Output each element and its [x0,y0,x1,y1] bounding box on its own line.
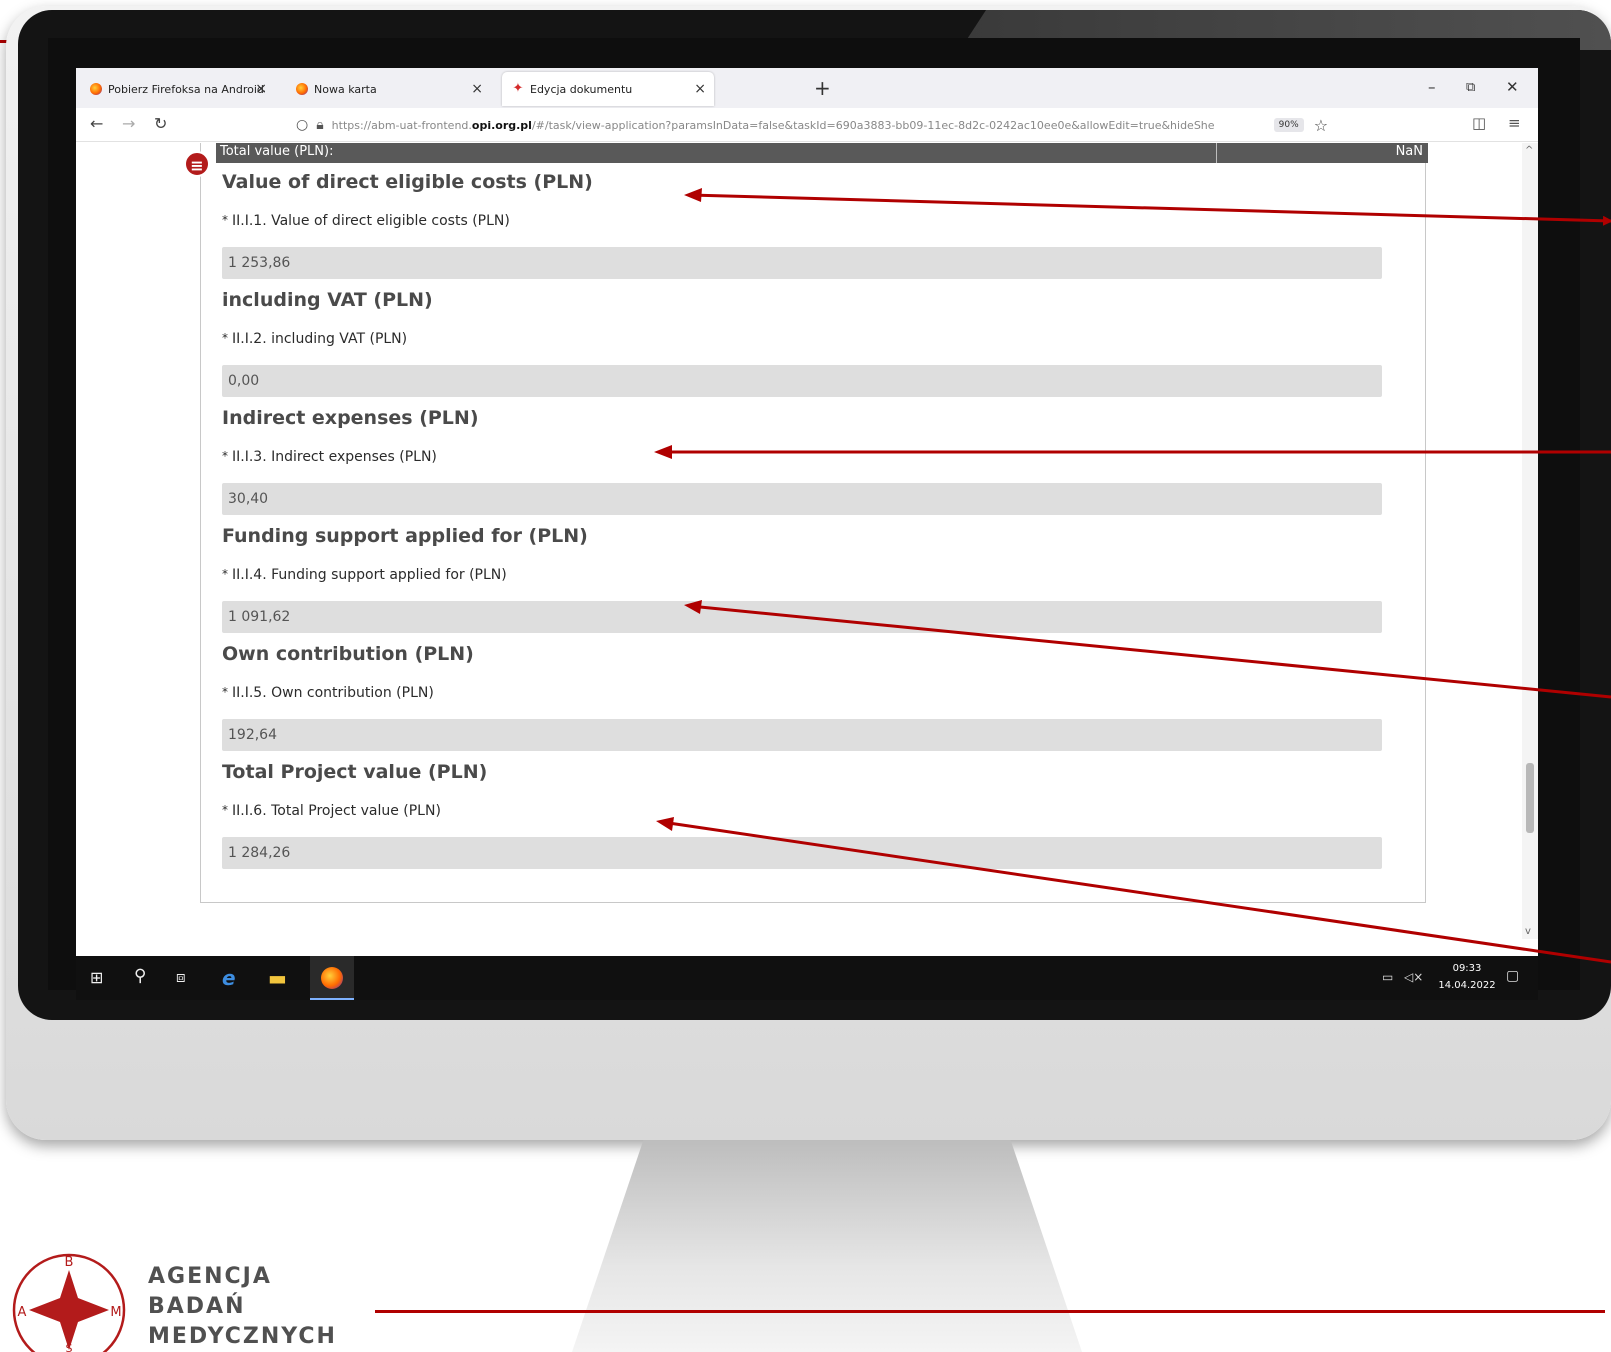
abm-emblem-logo: B A M Ś [12,1253,126,1352]
section-title: including VAT (PLN) [222,289,433,311]
tab-label: Pobierz Firefoksa na Androida i [108,82,265,96]
total-value-label: Total value (PLN): [220,144,334,159]
firefox-icon [321,967,343,989]
field-label: * II.I.5. Own contribution (PLN) [222,685,434,701]
page-content: Total value (PLN): NaN ≡ Value of direct… [76,143,1538,939]
section-funding-support: Funding support applied for (PLN) * II.I.… [222,525,1412,633]
section-title: Own contribution (PLN) [222,643,474,665]
section-title: Funding support applied for (PLN) [222,525,588,547]
system-clock[interactable]: 09:33 14.04.2022 [1432,960,1502,994]
section-menu-icon[interactable]: ≡ [184,151,210,177]
notifications-icon[interactable]: ▢ [1506,968,1519,984]
tab-firefox-android[interactable]: Pobierz Firefoksa na Androida i × [80,72,275,106]
forward-arrow-icon[interactable]: → [122,114,135,133]
own-contribution-input[interactable]: 192,64 [222,719,1382,751]
required-marker: * [222,685,228,699]
scrollbar-thumb[interactable] [1526,763,1534,833]
back-arrow-icon[interactable]: ← [90,114,103,133]
minimize-button[interactable]: – [1428,78,1436,96]
speaker-muted-icon[interactable]: ◁× [1404,970,1423,984]
firefox-icon [90,83,102,95]
tab-label: Nowa karta [314,82,377,96]
monitor-stand [572,1140,1082,1352]
field-label: * II.I.6. Total Project value (PLN) [222,803,441,819]
lock-icon[interactable]: 🔒︎ [316,117,323,133]
tab-label: Edycja dokumentu [530,82,633,96]
required-marker: * [222,449,228,463]
windows-start-icon[interactable]: ⊞ [90,968,103,987]
agency-name-line: BADAŃ [148,1294,246,1319]
section-indirect-expenses: Indirect expenses (PLN) * II.I.3. Indirec… [222,407,1412,515]
total-value-row: Total value (PLN): NaN [216,143,1428,163]
emblem-letter: B [65,1255,74,1270]
emblem-letter: Ś [66,1342,73,1352]
indirect-expenses-input[interactable]: 30,40 [222,483,1382,515]
section-direct-costs: Value of direct eligible costs (PLN) * II… [222,171,1412,279]
bookmark-star-icon[interactable]: ☆ [1314,116,1328,135]
field-label: * II.I.4. Funding support applied for (PL… [222,567,507,583]
close-icon[interactable]: × [255,81,267,97]
decorative-line [375,1310,1605,1313]
network-icon[interactable]: ▭ [1382,970,1393,984]
reload-icon[interactable]: ↻ [154,114,167,133]
zoom-level[interactable]: 90% [1273,118,1304,132]
section-title: Total Project value (PLN) [222,761,488,783]
direct-costs-input[interactable]: 1 253,86 [222,247,1382,279]
column-divider [1216,143,1217,163]
agency-name-line: MEDYCZNYCH [148,1324,337,1349]
agency-name: AGENCJA BADAŃ MEDYCZNYCH [148,1262,337,1352]
section-own-contribution: Own contribution (PLN) * II.I.5. Own cont… [222,643,1412,751]
file-explorer-icon[interactable]: ▬ [268,966,287,990]
clock-time: 09:33 [1452,963,1482,974]
section-vat: including VAT (PLN) * II.I.2. including V… [222,289,1412,397]
required-marker: * [222,331,228,345]
address-bar[interactable]: ○ 🔒︎ https://abm-uat-frontend.opi.org.pl… [296,112,1421,138]
page-scrollbar[interactable]: ^ v [1522,143,1538,939]
total-project-value-input[interactable]: 1 284,26 [222,837,1382,869]
section-title: Value of direct eligible costs (PLN) [222,171,593,193]
presentation-slide: Pobierz Firefoksa na Androida i × Nowa k… [0,0,1611,1352]
task-view-icon[interactable]: ⧈ [176,968,186,986]
funding-support-input[interactable]: 1 091,62 [222,601,1382,633]
chevron-up-icon[interactable]: ^ [1525,145,1533,156]
tab-new-tab[interactable]: Nowa karta × [286,72,491,106]
required-marker: * [222,803,228,817]
shield-icon[interactable]: ○ [296,117,308,133]
tab-document-edit[interactable]: ✦ Edycja dokumentu × [502,72,714,106]
field-label: * II.I.2. including VAT (PLN) [222,331,408,347]
required-marker: * [222,213,228,227]
internet-explorer-icon[interactable]: e [222,966,236,990]
window-close-button[interactable]: ✕ [1506,78,1519,96]
section-total-project-value: Total Project value (PLN) * II.I.6. Total… [222,761,1412,869]
required-marker: * [222,567,228,581]
windows-taskbar: ⊞ ⚲ ⧈ e ▬ ▭ ◁× 09:33 14.04.2022 ▢ [76,956,1538,1000]
total-value-amount: NaN [1395,144,1423,159]
browser-window: Pobierz Firefoksa na Androida i × Nowa k… [76,68,1538,956]
field-label: * II.I.1. Value of direct eligible costs … [222,213,510,229]
agency-name-line: AGENCJA [148,1264,272,1289]
tab-bar: Pobierz Firefoksa na Androida i × Nowa k… [76,68,1538,108]
pocket-icon[interactable]: ◫ [1472,114,1486,132]
new-tab-button[interactable]: + [814,76,831,100]
emblem-letter: M [110,1305,121,1320]
restore-button[interactable]: ⧉ [1466,80,1475,95]
document-icon: ✦ [512,81,524,96]
vat-input[interactable]: 0,00 [222,365,1382,397]
firefox-icon [296,83,308,95]
url-text[interactable]: https://abm-uat-frontend.opi.org.pl/#/ta… [332,119,1262,132]
section-title: Indirect expenses (PLN) [222,407,479,429]
search-icon[interactable]: ⚲ [134,966,146,986]
close-icon[interactable]: × [471,81,483,97]
close-icon[interactable]: × [694,81,706,97]
field-label: * II.I.3. Indirect expenses (PLN) [222,449,437,465]
menu-icon[interactable]: ≡ [1508,114,1521,132]
emblem-letter: A [18,1305,27,1320]
clock-date: 14.04.2022 [1438,980,1496,991]
navigation-toolbar: ← → ↻ ○ 🔒︎ https://abm-uat-frontend.opi.… [76,108,1538,142]
chevron-down-icon[interactable]: v [1525,926,1531,937]
